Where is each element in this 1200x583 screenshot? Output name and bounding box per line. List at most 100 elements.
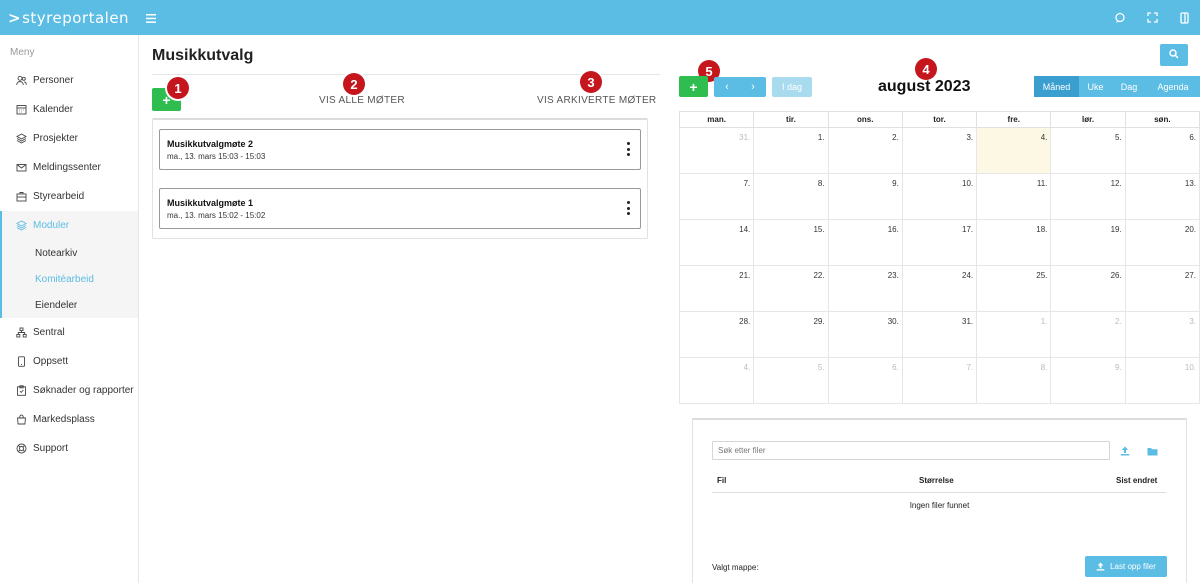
calendar-day[interactable]: 24. <box>901 265 978 312</box>
calendar-day[interactable]: 28. <box>678 311 755 358</box>
calendar-day[interactable]: 6. <box>827 357 903 404</box>
sidebar-item-sentral[interactable]: Sentral <box>0 318 138 347</box>
calendar-day[interactable]: 17. <box>901 219 978 266</box>
calendar-day[interactable]: 18. <box>976 219 1052 266</box>
annotation-marker-3: 3 <box>580 71 602 93</box>
calendar-day[interactable]: 16. <box>827 219 903 266</box>
calendar-day[interactable]: 31. <box>678 127 755 174</box>
view-month-button[interactable]: Måned <box>1034 76 1079 97</box>
column-header-file[interactable]: Fil <box>717 476 726 485</box>
view-day-button[interactable]: Dag <box>1112 76 1146 97</box>
meeting-card[interactable]: Musikkutvalgmøte 2 ma., 13. mars 15:03 -… <box>159 129 641 170</box>
briefcase-icon <box>16 191 27 202</box>
calendar-day[interactable]: 12. <box>1050 173 1126 220</box>
fullscreen-icon[interactable] <box>1136 0 1168 35</box>
layers-icon <box>16 220 27 231</box>
more-options-icon[interactable] <box>626 142 630 156</box>
calendar-day[interactable]: 2. <box>1050 311 1126 358</box>
calendar-day[interactable]: 22. <box>753 265 829 312</box>
meeting-time: ma., 13. mars 15:03 - 15:03 <box>167 152 266 161</box>
calendar-day[interactable]: 27. <box>1124 265 1200 312</box>
tab-show-all-meetings[interactable]: VIS ALLE MØTER <box>319 95 405 106</box>
sidebar-item-oppsett[interactable]: Oppsett <box>0 347 138 376</box>
calendar-day[interactable]: 13. <box>1124 173 1200 220</box>
upload-files-button[interactable]: Last opp filer <box>1085 556 1167 577</box>
calendar-day-today[interactable]: 4. <box>976 127 1052 174</box>
calendar-day[interactable]: 5. <box>753 357 829 404</box>
users-icon <box>16 75 27 86</box>
calendar-day[interactable]: 8. <box>976 357 1052 404</box>
calendar-day[interactable]: 19. <box>1050 219 1126 266</box>
logo[interactable]: > styreportalen <box>0 0 138 35</box>
upload-icon[interactable] <box>1118 444 1132 458</box>
meeting-card[interactable]: Musikkutvalgmøte 1 ma., 13. mars 15:02 -… <box>159 188 641 229</box>
calendar-day[interactable]: 9. <box>1050 357 1126 404</box>
sidebar-item-label: Moduler <box>33 220 70 231</box>
weekday-header: man. <box>678 111 755 128</box>
calendar-day[interactable]: 6. <box>1124 127 1200 174</box>
calendar-day[interactable]: 23. <box>827 265 903 312</box>
sidebar-item-kalender[interactable]: Kalender <box>0 95 138 124</box>
sidebar-item-prosjekter[interactable]: Prosjekter <box>0 124 138 153</box>
panel-toggle-icon[interactable] <box>1168 0 1200 35</box>
next-month-button[interactable]: › <box>740 77 766 97</box>
sidebar-item-personer[interactable]: Personer <box>0 66 138 95</box>
sidebar-item-moduler[interactable]: Moduler <box>0 211 138 240</box>
search-button[interactable] <box>1160 44 1188 66</box>
sidebar-subitem-notearkiv[interactable]: Notearkiv <box>2 240 138 266</box>
hamburger-menu-icon[interactable] <box>146 10 156 26</box>
mobile-icon <box>16 356 27 367</box>
search-icon <box>1169 48 1179 62</box>
calendar-day[interactable]: 5. <box>1050 127 1126 174</box>
column-header-size[interactable]: Størrelse <box>919 476 954 485</box>
column-header-modified[interactable]: Sist endret <box>1116 476 1157 485</box>
calendar-day[interactable]: 3. <box>1124 311 1200 358</box>
calendar-day[interactable]: 10. <box>901 173 978 220</box>
calendar-day[interactable]: 10. <box>1124 357 1200 404</box>
add-event-button[interactable]: + <box>679 76 708 97</box>
calendar-day[interactable]: 14. <box>678 219 755 266</box>
calendar-day[interactable]: 1. <box>976 311 1052 358</box>
today-button[interactable]: I dag <box>772 77 812 97</box>
sidebar-item-markedsplass[interactable]: Markedsplass <box>0 405 138 434</box>
tab-show-archived-meetings[interactable]: VIS ARKIVERTE MØTER <box>537 95 656 106</box>
sidebar-item-support[interactable]: Support <box>0 434 138 463</box>
layers-icon <box>16 133 27 144</box>
calendar-day[interactable]: 11. <box>976 173 1052 220</box>
sidebar-item-soknader-og-rapporter[interactable]: Søknader og rapporter <box>0 376 138 405</box>
folder-icon[interactable] <box>1145 444 1159 458</box>
sidebar: Meny Personer Kalender Prosjekter Meldin… <box>0 35 139 583</box>
calendar-day[interactable]: 2. <box>827 127 903 174</box>
calendar-day[interactable]: 25. <box>976 265 1052 312</box>
calendar-day[interactable]: 1. <box>753 127 829 174</box>
calendar-day[interactable]: 31. <box>901 311 978 358</box>
calendar-day[interactable]: 9. <box>827 173 903 220</box>
calendar-day[interactable]: 15. <box>753 219 829 266</box>
previous-month-button[interactable]: ‹ <box>714 77 740 97</box>
sidebar-subitem-eiendeler[interactable]: Eiendeler <box>2 292 138 318</box>
calendar-day[interactable]: 7. <box>901 357 978 404</box>
sidebar-item-label: Styrearbeid <box>33 191 85 202</box>
upload-files-label: Last opp filer <box>1110 562 1156 571</box>
more-options-icon[interactable] <box>626 201 630 215</box>
calendar-week-row: 31. 1. 2. 3. 4. 5. 6. <box>678 127 1200 174</box>
calendar-day[interactable]: 26. <box>1050 265 1126 312</box>
calendar-day[interactable]: 21. <box>678 265 755 312</box>
meeting-time: ma., 13. mars 15:02 - 15:02 <box>167 211 266 220</box>
calendar-day[interactable]: 4. <box>678 357 755 404</box>
weekday-header: søn. <box>1124 111 1200 128</box>
calendar-day[interactable]: 7. <box>678 173 755 220</box>
view-week-button[interactable]: Uke <box>1079 76 1112 97</box>
sidebar-subitem-komitearbeid[interactable]: Komitéarbeid <box>2 266 138 292</box>
chat-icon[interactable] <box>1104 0 1136 35</box>
calendar-week-row: 21. 22. 23. 24. 25. 26. 27. <box>678 265 1200 312</box>
calendar-day[interactable]: 3. <box>901 127 978 174</box>
sidebar-item-meldingssenter[interactable]: Meldingssenter <box>0 153 138 182</box>
sidebar-item-styrearbeid[interactable]: Styrearbeid <box>0 182 138 211</box>
calendar-day[interactable]: 29. <box>753 311 829 358</box>
calendar-day[interactable]: 20. <box>1124 219 1200 266</box>
calendar-day[interactable]: 8. <box>753 173 829 220</box>
file-search-input[interactable] <box>712 441 1110 460</box>
calendar-day[interactable]: 30. <box>827 311 903 358</box>
view-agenda-button[interactable]: Agenda <box>1146 76 1200 97</box>
